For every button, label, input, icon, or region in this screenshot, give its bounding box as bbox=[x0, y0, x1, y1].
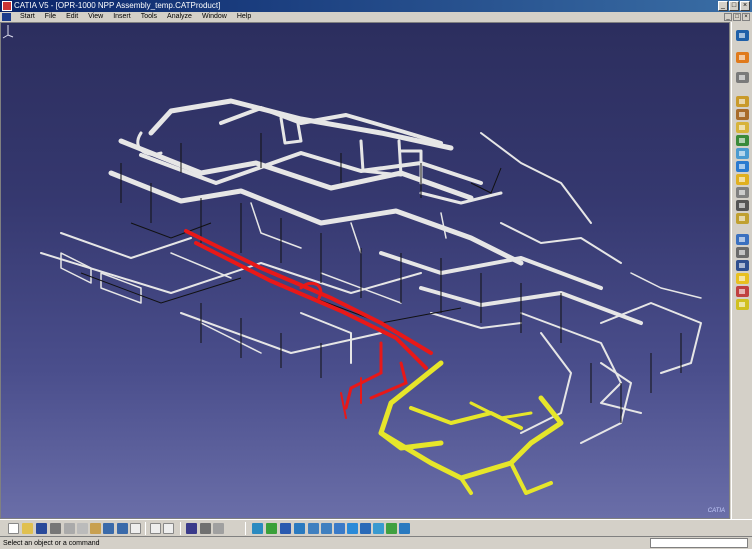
document-controls: _ □ × bbox=[724, 13, 750, 21]
catia-window: CATIA V5 - [OPR-1000 NPP Assembly_temp.C… bbox=[0, 0, 752, 549]
material-icon[interactable] bbox=[200, 523, 211, 534]
toolbar-separator bbox=[245, 522, 246, 535]
comment-icon[interactable] bbox=[163, 523, 174, 534]
bulb-icon[interactable] bbox=[736, 299, 749, 310]
section-icon[interactable] bbox=[736, 247, 749, 258]
doc-restore-button[interactable]: □ bbox=[733, 13, 741, 21]
measure-icon[interactable] bbox=[736, 260, 749, 271]
catia-logo: CATIA bbox=[707, 508, 725, 514]
title-bar[interactable]: CATIA V5 - [OPR-1000 NPP Assembly_temp.C… bbox=[0, 0, 752, 12]
document-icon[interactable] bbox=[2, 13, 11, 21]
compass-icon[interactable] bbox=[1, 23, 15, 39]
sketch-icon[interactable] bbox=[736, 52, 749, 63]
menu-analyze[interactable]: Analyze bbox=[162, 12, 197, 22]
piping-model[interactable] bbox=[1, 23, 730, 519]
rotate-view-icon[interactable] bbox=[294, 523, 305, 534]
command-input[interactable] bbox=[650, 538, 748, 548]
status-bar: Select an object or a command bbox=[0, 536, 752, 549]
paste-icon[interactable] bbox=[90, 523, 101, 534]
status-message: Select an object or a command bbox=[3, 540, 100, 547]
shading-icon[interactable] bbox=[399, 523, 410, 534]
toolbar-separator bbox=[180, 522, 181, 535]
cut-icon[interactable] bbox=[64, 523, 75, 534]
menu-help[interactable]: Help bbox=[232, 12, 256, 22]
graph-icon[interactable] bbox=[736, 148, 749, 159]
open-icon[interactable] bbox=[22, 523, 33, 534]
part-icon[interactable] bbox=[736, 109, 749, 120]
iso-view-icon[interactable] bbox=[347, 523, 358, 534]
menu-start[interactable]: Start bbox=[15, 12, 40, 22]
menu-window[interactable]: Window bbox=[197, 12, 232, 22]
doc-close-button[interactable]: × bbox=[742, 13, 750, 21]
copy-icon[interactable] bbox=[77, 523, 88, 534]
save-icon[interactable] bbox=[36, 523, 47, 534]
product-icon[interactable] bbox=[736, 96, 749, 107]
toolbar-separator bbox=[145, 522, 146, 535]
menu-insert[interactable]: Insert bbox=[108, 12, 136, 22]
fly-icon[interactable] bbox=[252, 523, 263, 534]
undo-icon[interactable] bbox=[103, 523, 114, 534]
catia-app-icon[interactable] bbox=[2, 1, 12, 11]
catalog-icon[interactable] bbox=[736, 273, 749, 284]
render-icon[interactable] bbox=[373, 523, 384, 534]
formula-icon[interactable] bbox=[150, 523, 161, 534]
catalog-icon[interactable] bbox=[186, 523, 197, 534]
component-icon[interactable] bbox=[736, 122, 749, 133]
right-toolbar bbox=[731, 22, 752, 519]
snap-icon[interactable] bbox=[736, 200, 749, 211]
constraint-icon[interactable] bbox=[736, 187, 749, 198]
close-button[interactable]: × bbox=[740, 1, 750, 11]
menu-view[interactable]: View bbox=[83, 12, 108, 22]
select-icon[interactable] bbox=[736, 30, 749, 41]
menu-file[interactable]: File bbox=[40, 12, 61, 22]
rotate-icon[interactable] bbox=[736, 72, 749, 83]
explode-icon[interactable] bbox=[736, 213, 749, 224]
maximize-button[interactable]: □ bbox=[729, 1, 739, 11]
clash-icon[interactable] bbox=[736, 234, 749, 245]
pan-icon[interactable] bbox=[280, 523, 291, 534]
fit-all-icon[interactable] bbox=[266, 523, 277, 534]
window-title: CATIA V5 - [OPR-1000 NPP Assembly_temp.C… bbox=[14, 1, 221, 10]
doc-minimize-button[interactable]: _ bbox=[724, 13, 732, 21]
scene-icon[interactable] bbox=[736, 286, 749, 297]
normal-view-icon[interactable] bbox=[334, 523, 345, 534]
window-controls: _ □ × bbox=[718, 1, 750, 11]
zoom-out-icon[interactable] bbox=[321, 523, 332, 534]
bottom-toolbar bbox=[0, 519, 752, 536]
swap-icon[interactable] bbox=[386, 523, 397, 534]
replace-icon[interactable] bbox=[736, 135, 749, 146]
apply-icon[interactable] bbox=[213, 523, 224, 534]
yellow-highlighted-pipes bbox=[378, 360, 564, 495]
menu-tools[interactable]: Tools bbox=[136, 12, 162, 22]
redo-icon[interactable] bbox=[117, 523, 128, 534]
whats-this-icon[interactable] bbox=[130, 523, 141, 534]
3d-viewport[interactable]: CATIA bbox=[0, 22, 730, 519]
new-icon[interactable] bbox=[8, 523, 19, 534]
numbering-icon[interactable] bbox=[736, 174, 749, 185]
print-icon[interactable] bbox=[50, 523, 61, 534]
multi-view-icon[interactable] bbox=[360, 523, 371, 534]
reorder-icon[interactable] bbox=[736, 161, 749, 172]
zoom-in-icon[interactable] bbox=[308, 523, 319, 534]
white-pipe-network bbox=[40, 98, 702, 444]
menu-bar: Start File Edit View Insert Tools Analyz… bbox=[0, 12, 752, 22]
menu-edit[interactable]: Edit bbox=[61, 12, 83, 22]
minimize-button[interactable]: _ bbox=[718, 1, 728, 11]
